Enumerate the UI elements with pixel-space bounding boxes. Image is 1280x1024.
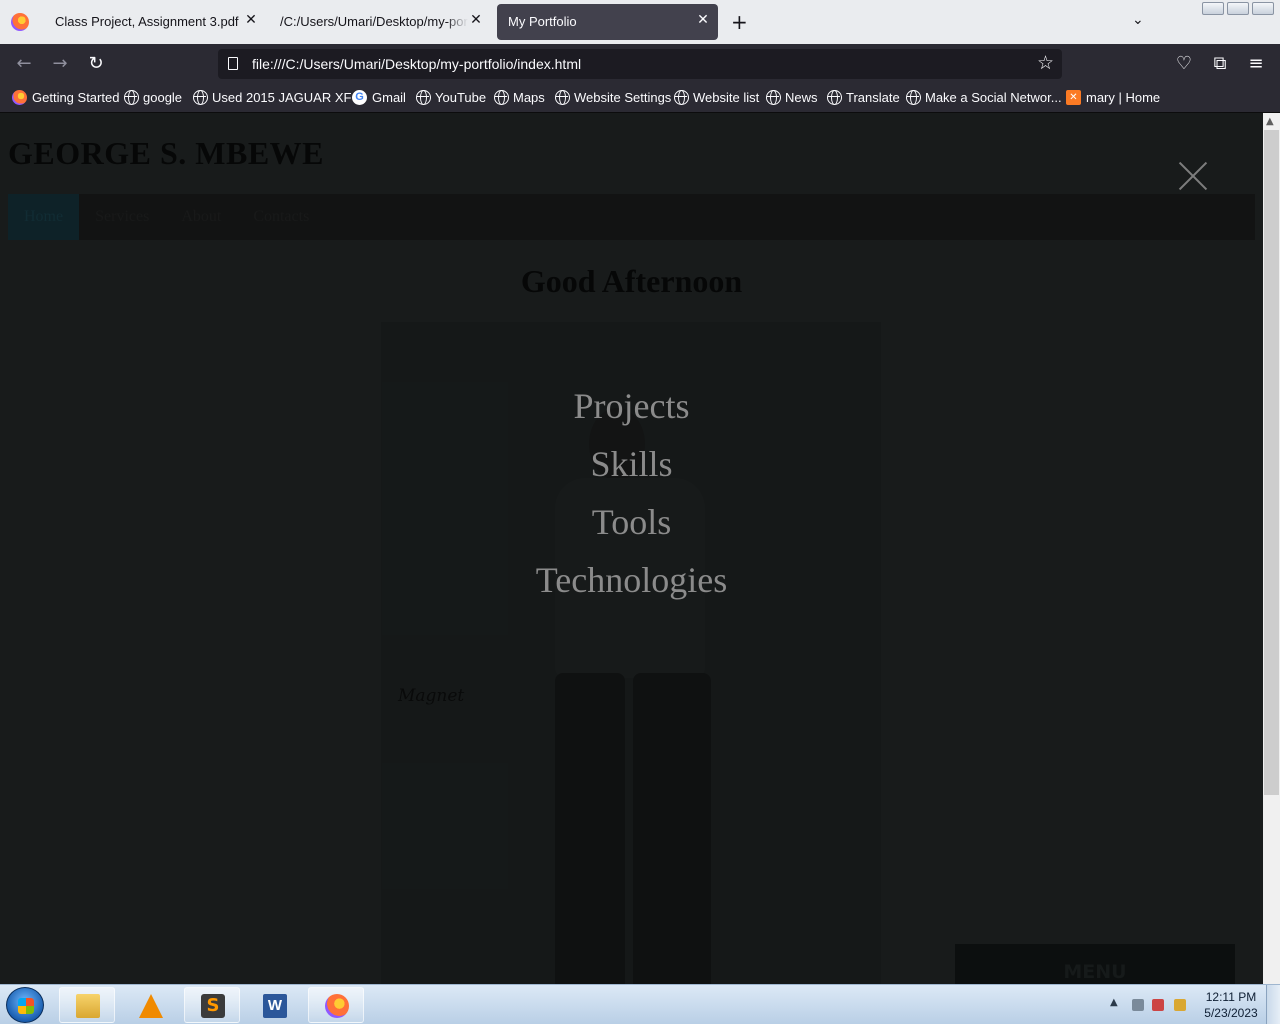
taskbar-vlc[interactable]	[122, 987, 178, 1023]
overlay-link-skills[interactable]: Skills	[0, 435, 1263, 493]
overlay-link-projects[interactable]: Projects	[0, 377, 1263, 435]
tab-my-portfolio[interactable]: My Portfolio ✕	[497, 4, 718, 40]
bookmark-label: Maps	[513, 90, 545, 105]
bookmark-mary-home[interactable]: ✕ mary | Home	[1066, 90, 1160, 105]
windows-logo-icon	[18, 998, 34, 1014]
bookmark-google[interactable]: google	[124, 90, 182, 105]
bookmark-label: Make a Social Networ...	[925, 90, 1062, 105]
volume-muted-icon[interactable]	[1132, 999, 1144, 1011]
menu-overlay: Projects Skills Tools Technologies	[0, 113, 1263, 984]
close-window-button[interactable]	[1252, 2, 1274, 15]
close-tab-icon[interactable]: ✕	[244, 12, 258, 26]
scroll-up-arrow-icon[interactable]: ▲	[1266, 116, 1274, 127]
firefox-icon	[325, 994, 349, 1018]
globe-icon	[124, 90, 139, 105]
bookmark-label: Translate	[846, 90, 900, 105]
scrollbar-thumb[interactable]	[1264, 130, 1279, 795]
tab-label: My Portfolio	[508, 14, 577, 29]
back-icon[interactable]: ←	[14, 54, 34, 74]
show-desktop-button[interactable]	[1266, 985, 1280, 1024]
bookmark-website-settings[interactable]: Website Settings	[555, 90, 671, 105]
action-center-icon[interactable]	[1152, 999, 1164, 1011]
minimize-button[interactable]	[1202, 2, 1224, 15]
extensions-icon[interactable]: ⧉	[1210, 54, 1230, 74]
start-button[interactable]	[6, 987, 44, 1023]
globe-icon	[193, 90, 208, 105]
bookmark-label: YouTube	[435, 90, 487, 105]
new-tab-icon[interactable]: +	[731, 12, 748, 32]
vertical-scrollbar[interactable]: ▲	[1263, 113, 1280, 984]
taskbar-sublime[interactable]: S	[184, 987, 240, 1023]
bookmark-jaguar[interactable]: Used 2015 JAGUAR XF ...	[193, 90, 366, 105]
globe-icon	[827, 90, 842, 105]
tab-local-file[interactable]: /C:/Users/Umari/Desktop/my-portfolio/ind…	[269, 4, 491, 40]
bookmark-label: Website Settings	[574, 90, 672, 105]
bookmark-star-icon[interactable]: ☆	[1037, 52, 1054, 74]
network-icon[interactable]	[1174, 999, 1186, 1011]
page-viewport: GEORGE S. MBEWE Home Services About Cont…	[0, 113, 1263, 984]
show-hidden-icons-icon[interactable]: ▲	[1110, 997, 1118, 1008]
restore-button[interactable]	[1227, 2, 1249, 15]
bookmark-label: google	[143, 90, 183, 105]
xampp-icon: ✕	[1066, 90, 1081, 105]
bookmark-getting-started[interactable]: Getting Started	[12, 90, 119, 105]
system-clock[interactable]: 12:11 PM 5/23/2023	[1196, 989, 1266, 1021]
taskbar-firefox[interactable]	[308, 987, 364, 1023]
bookmark-label: Used 2015 JAGUAR XF ...	[212, 90, 366, 105]
reload-icon[interactable]: ↻	[86, 54, 106, 74]
address-bar[interactable]: file:///C:/Users/Umari/Desktop/my-portfo…	[218, 49, 1062, 79]
bookmark-gmail[interactable]: G Gmail	[352, 90, 406, 105]
bookmark-translate[interactable]: Translate	[827, 90, 900, 105]
globe-icon	[906, 90, 921, 105]
pocket-icon[interactable]: ♡	[1174, 54, 1194, 74]
close-tab-icon[interactable]: ✕	[696, 12, 710, 26]
bookmark-youtube[interactable]: YouTube	[416, 90, 486, 105]
close-tab-icon[interactable]: ✕	[469, 12, 483, 26]
taskbar-explorer[interactable]	[59, 987, 115, 1023]
bookmark-website-list[interactable]: Website list	[674, 90, 759, 105]
bookmark-label: mary | Home	[1086, 90, 1161, 105]
close-icon[interactable]	[1178, 161, 1208, 191]
vlc-cone-icon	[139, 994, 163, 1018]
sublime-text-icon: S	[201, 994, 225, 1018]
overlay-link-technologies[interactable]: Technologies	[0, 551, 1263, 609]
menu-button[interactable]: MENU	[955, 944, 1235, 984]
bookmark-label: Getting Started	[32, 90, 120, 105]
firefox-icon	[12, 90, 27, 105]
list-all-tabs-icon[interactable]: ⌄	[1132, 12, 1144, 28]
bookmark-label: Website list	[693, 90, 760, 105]
overlay-menu: Projects Skills Tools Technologies	[0, 377, 1263, 609]
page-icon	[228, 57, 238, 70]
clock-time: 12:11 PM	[1205, 990, 1257, 1004]
firefox-icon[interactable]	[11, 13, 29, 31]
globe-icon	[674, 90, 689, 105]
globe-icon	[416, 90, 431, 105]
hamburger-menu-icon[interactable]: ≡	[1246, 54, 1266, 74]
bookmark-maps[interactable]: Maps	[494, 90, 545, 105]
globe-icon	[555, 90, 570, 105]
overlay-link-tools[interactable]: Tools	[0, 493, 1263, 551]
tab-class-project[interactable]: Class Project, Assignment 3.pdf ✕	[44, 4, 266, 40]
bookmark-social-network[interactable]: Make a Social Networ...	[906, 90, 1062, 105]
windows-taskbar: S W ▲ 12:11 PM 5/23/2023	[0, 984, 1280, 1024]
bookmark-news[interactable]: News	[766, 90, 818, 105]
bookmark-label: Gmail	[372, 90, 406, 105]
bookmark-label: News	[785, 90, 818, 105]
word-icon: W	[263, 994, 287, 1018]
bookmarks-toolbar: Getting Started google Used 2015 JAGUAR …	[0, 84, 1280, 113]
folder-icon	[76, 994, 100, 1018]
globe-icon	[494, 90, 509, 105]
tab-label: /C:/Users/Umari/Desktop/my-portfolio/ind…	[280, 14, 468, 29]
clock-date: 5/23/2023	[1204, 1006, 1258, 1020]
globe-icon	[766, 90, 781, 105]
forward-icon[interactable]: →	[50, 54, 70, 74]
tab-label: Class Project, Assignment 3.pdf	[55, 14, 239, 29]
google-icon: G	[352, 90, 367, 105]
navigation-toolbar: ← → ↻ file:///C:/Users/Umari/Desktop/my-…	[0, 44, 1280, 84]
url-text[interactable]: file:///C:/Users/Umari/Desktop/my-portfo…	[252, 56, 581, 72]
taskbar-word[interactable]: W	[246, 987, 302, 1023]
tab-strip: Class Project, Assignment 3.pdf ✕ /C:/Us…	[0, 0, 1280, 44]
